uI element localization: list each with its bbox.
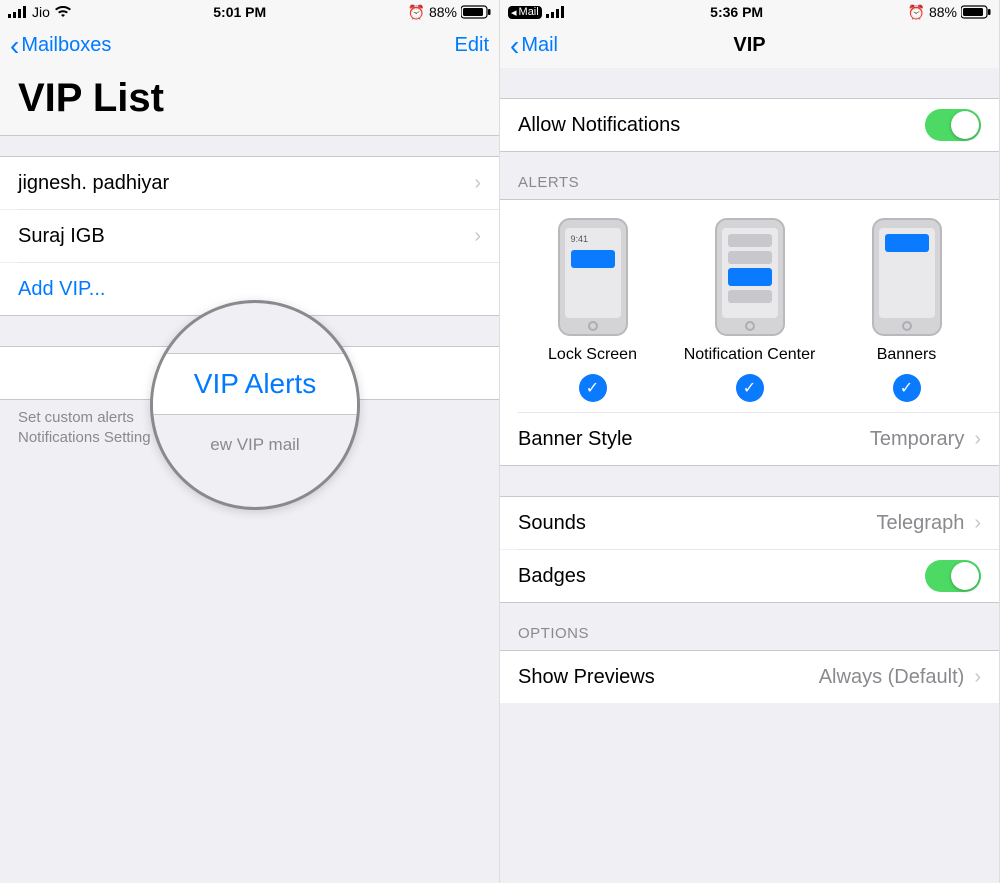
carrier-label: Jio: [32, 4, 50, 20]
breadcrumb-app-icon[interactable]: ◂ Mail: [508, 6, 542, 19]
show-previews-label: Show Previews: [518, 666, 655, 689]
alert-option-lockscreen[interactable]: Lock Screen ✓: [523, 218, 663, 402]
nav-title: VIP: [500, 34, 999, 57]
banner-style-value: Temporary: [870, 428, 964, 451]
vip-name: Suraj IGB: [18, 225, 105, 248]
chevron-right-icon: ›: [474, 172, 481, 195]
back-label: Mail: [521, 34, 558, 57]
alerts-section-header: ALERTS: [500, 152, 999, 199]
battery-icon: [961, 5, 991, 19]
battery-icon: [461, 5, 491, 19]
show-previews-row[interactable]: Show Previews Always (Default) ›: [500, 651, 999, 703]
status-bar: Jio 5:01 PM ⏰ 88%: [0, 0, 499, 24]
badges-row: Badges: [500, 550, 999, 602]
phone-left: Jio 5:01 PM ⏰ 88% ‹ Mailboxes Edit VIP L…: [0, 0, 500, 883]
notification-center-preview-icon: [715, 218, 785, 336]
battery-pct: 88%: [929, 4, 957, 20]
status-bar: ◂ Mail 5:36 PM ⏰ 88%: [500, 0, 999, 24]
allow-notifications-label: Allow Notifications: [518, 114, 680, 137]
alarm-icon: ⏰: [908, 4, 925, 21]
alert-option-banners[interactable]: Banners ✓: [837, 218, 977, 402]
phone-right: ◂ Mail 5:36 PM ⏰ 88% ‹ Mail VIP Allow No…: [500, 0, 1000, 883]
check-icon: ✓: [736, 374, 764, 402]
chevron-right-icon: ›: [974, 428, 981, 451]
chevron-right-icon: ›: [974, 666, 981, 689]
lockscreen-preview-icon: [558, 218, 628, 336]
back-button[interactable]: ‹ Mailboxes: [10, 32, 111, 60]
nav-bar: ‹ Mail VIP: [500, 24, 999, 68]
banner-style-label: Banner Style: [518, 428, 633, 451]
wifi-icon: [54, 6, 72, 18]
allow-notifications-row: Allow Notifications: [500, 99, 999, 151]
chevron-left-icon: ‹: [10, 32, 19, 60]
magnified-footer: ew VIP mail: [153, 415, 357, 455]
edit-button[interactable]: Edit: [455, 34, 489, 57]
vip-row[interactable]: jignesh. padhiyar ›: [0, 157, 499, 209]
status-time: 5:01 PM: [213, 4, 266, 20]
vip-list-group: jignesh. padhiyar › Suraj IGB › Add VIP.…: [0, 156, 499, 316]
sounds-value: Telegraph: [876, 512, 964, 535]
signal-icon: [8, 6, 28, 18]
chevron-left-icon: ‹: [510, 32, 519, 60]
chevron-right-icon: ›: [474, 225, 481, 248]
chevron-right-icon: ›: [974, 512, 981, 535]
check-icon: ✓: [579, 374, 607, 402]
signal-icon: [546, 6, 566, 18]
sounds-label: Sounds: [518, 512, 586, 535]
back-button[interactable]: ‹ Mail: [510, 32, 558, 60]
magnified-vip-alerts: VIP Alerts: [153, 353, 357, 415]
vip-row[interactable]: Suraj IGB ›: [0, 210, 499, 262]
back-label: Mailboxes: [21, 34, 111, 57]
badges-toggle[interactable]: [925, 560, 981, 592]
alerts-block: Lock Screen ✓ Notification Center ✓ Bann…: [500, 199, 999, 465]
vip-name: jignesh. padhiyar: [18, 172, 169, 195]
status-time: 5:36 PM: [710, 4, 763, 20]
page-title: VIP List: [0, 68, 499, 136]
magnifier-overlay: VIP Alerts ew VIP mail: [150, 300, 360, 510]
sounds-row[interactable]: Sounds Telegraph ›: [500, 497, 999, 549]
options-section-header: OPTIONS: [500, 603, 999, 650]
battery-pct: 88%: [429, 4, 457, 20]
alert-option-notification-center[interactable]: Notification Center ✓: [680, 218, 820, 402]
allow-notifications-toggle[interactable]: [925, 109, 981, 141]
show-previews-value: Always (Default): [819, 666, 965, 689]
alarm-icon: ⏰: [408, 4, 425, 21]
banners-preview-icon: [872, 218, 942, 336]
nav-bar: ‹ Mailboxes Edit: [0, 24, 499, 68]
badges-label: Badges: [518, 565, 586, 588]
banner-style-row[interactable]: Banner Style Temporary ›: [500, 413, 999, 465]
check-icon: ✓: [893, 374, 921, 402]
